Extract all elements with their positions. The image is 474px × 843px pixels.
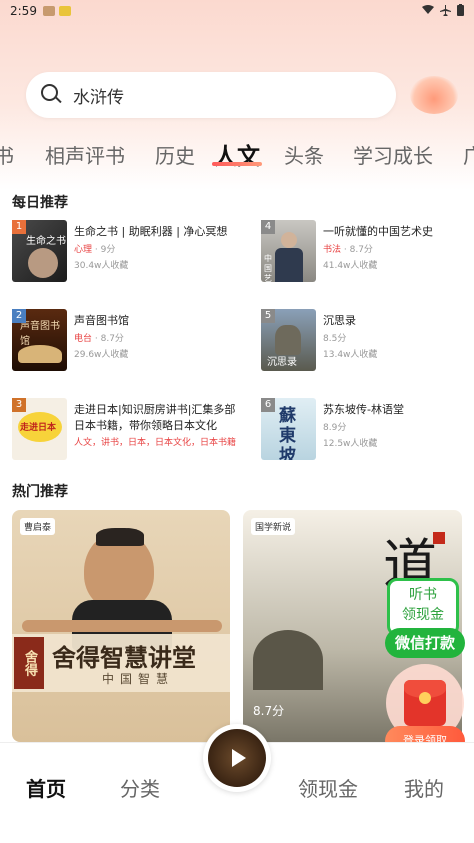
item-tags: 人文，讲书，日本，日本文化，日本书籍: [74, 438, 237, 448]
tab-comedy[interactable]: 相声评书: [45, 140, 125, 169]
rank-badge: 5: [261, 309, 275, 323]
gift-icon[interactable]: [410, 76, 458, 114]
item-count: 41.4w人收藏: [323, 261, 378, 271]
card-badge: 国学新说: [251, 518, 296, 535]
hot-section-title: 热门推荐: [12, 484, 68, 500]
daily-item[interactable]: 生命之书 1 生命之书 | 助眠利器 | 净心冥想 心理 · 9分 30.4w人…: [12, 220, 242, 284]
tab-category[interactable]: 分类: [120, 773, 160, 802]
status-icons: [422, 4, 464, 16]
item-title: 生命之书 | 助眠利器 | 净心冥想: [74, 225, 228, 238]
item-title: 苏东坡传-林语堂: [323, 403, 404, 416]
tab-history[interactable]: 历史: [155, 140, 195, 169]
rank-badge: 3: [12, 398, 26, 412]
red-envelope-icon[interactable]: [404, 680, 446, 726]
search-bar[interactable]: 水浒传: [26, 72, 396, 118]
status-bar: 2:59: [0, 0, 474, 22]
daily-item[interactable]: 走进日本 3 走进日本|知识厨房讲书|汇集多部日本书籍，带你领略日本文化 人文，…: [12, 398, 242, 462]
airplane-icon: [440, 4, 451, 16]
card-badge: 曹启泰: [20, 518, 56, 535]
card-score: 8.7分: [253, 704, 285, 718]
search-icon: [41, 84, 63, 106]
daily-item[interactable]: 中国艺术史 4 一听就懂的中国艺术史 书法 · 8.7分 41.4w人收藏: [261, 220, 474, 284]
item-title: 走进日本|知识厨房讲书|汇集多部日本书籍，带你领略日本文化: [74, 403, 236, 432]
daily-item[interactable]: 沉思录 5 沉思录 8.5分 13.4w人收藏: [261, 309, 474, 373]
daily-item[interactable]: 声音图书馆 2 声音图书馆 电台 · 8.7分 29.6w人收藏: [12, 309, 242, 373]
rank-badge: 6: [261, 398, 275, 412]
rank-badge: 1: [12, 220, 26, 234]
app-icon: [58, 6, 71, 16]
item-meta: 8.9分: [323, 423, 347, 433]
item-title: 沉思录: [323, 314, 356, 327]
play-icon: [232, 749, 246, 767]
tab-partial-right[interactable]: 广: [463, 140, 474, 169]
banner: 舍得 舍得智慧讲堂 中国智慧: [12, 634, 230, 692]
wifi-icon: [422, 5, 434, 14]
search-input[interactable]: 水浒传: [73, 83, 124, 108]
tab-learning[interactable]: 学习成长: [353, 140, 433, 169]
daily-section-title: 每日推荐: [12, 195, 68, 211]
item-count: 13.4w人收藏: [323, 350, 378, 360]
hot-card[interactable]: 曹启泰 舍得 舍得智慧讲堂 中国智慧: [12, 510, 230, 742]
tab-mine[interactable]: 我的: [404, 773, 444, 802]
cash-reward-widget[interactable]: 听书 领现金 微信打款: [385, 578, 465, 658]
item-count: 12.5w人收藏: [323, 439, 378, 449]
category-tabs: 书 相声评书 历史 人文 头条 学习成长 广: [0, 136, 474, 176]
rank-badge: 2: [12, 309, 26, 323]
seal-stamp: [433, 532, 445, 544]
item-count: 29.6w人收藏: [74, 350, 129, 360]
battery-icon: [457, 4, 464, 16]
item-count: 30.4w人收藏: [74, 261, 129, 271]
notification-icon: [42, 6, 55, 16]
item-meta: 电台 · 8.7分: [74, 334, 124, 344]
status-time: 2:59: [10, 4, 37, 18]
album-disc: [208, 729, 266, 787]
tab-headlines[interactable]: 头条: [284, 140, 324, 169]
item-meta: 书法 · 8.7分: [323, 245, 373, 255]
wechat-payout-button[interactable]: 微信打款: [385, 628, 465, 658]
daily-item[interactable]: 蘇東坡 6 苏东坡传-林语堂 8.9分 12.5w人收藏: [261, 398, 474, 462]
item-title: 声音图书馆: [74, 314, 129, 327]
active-tab-indicator: [212, 162, 262, 166]
tab-partial-left[interactable]: 书: [0, 140, 14, 169]
tab-home[interactable]: 首页: [26, 773, 66, 802]
item-meta: 心理 · 9分: [74, 245, 116, 255]
item-meta: 8.5分: [323, 334, 347, 344]
item-title: 一听就懂的中国艺术史: [323, 225, 433, 238]
now-playing-button[interactable]: [203, 724, 271, 792]
rank-badge: 4: [261, 220, 275, 234]
tab-earn-cash[interactable]: 领现金: [298, 773, 358, 802]
